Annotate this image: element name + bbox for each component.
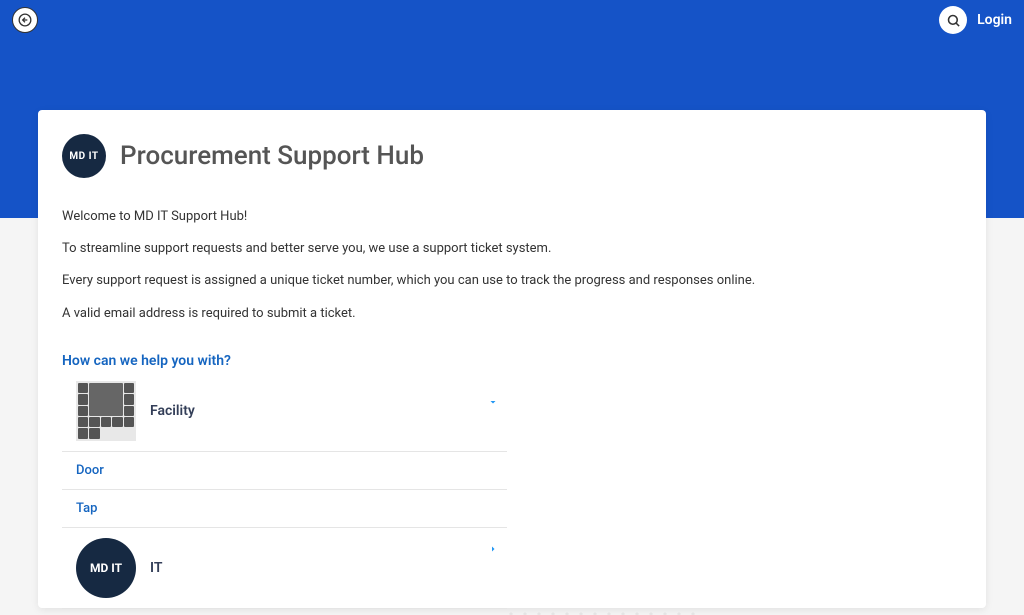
subcategory-label: Door [76,463,104,478]
subcategory-door[interactable]: Door [62,452,507,490]
category-label: Facility [150,403,195,419]
subcategory-label: Tap [76,501,97,516]
main-card: MD IT Procurement Support Hub Welcome to… [38,110,986,608]
card-header: MD IT Procurement Support Hub [62,134,962,178]
category-label: IT [150,560,162,576]
intro-text: Welcome to MD IT Support Hub! To streaml… [62,208,962,323]
arrow-left-circle-icon [18,13,32,27]
intro-line-2: To streamline support requests and bette… [62,240,962,258]
login-link[interactable]: Login [977,12,1012,28]
logo: MD IT [62,134,106,178]
top-nav: Login [0,0,1024,40]
subcategory-tap[interactable]: Tap [62,490,507,528]
search-button[interactable] [939,6,967,34]
page-title: Procurement Support Hub [120,141,424,171]
help-heading: How can we help you with? [62,353,507,369]
chevron-right-icon [487,540,499,559]
right-nav: Login [939,6,1012,34]
intro-line-4: A valid email address is required to sub… [62,305,962,323]
chevron-down-icon [487,393,499,412]
intro-line-1: Welcome to MD IT Support Hub! [62,208,962,226]
facility-icon [76,381,136,441]
search-icon [946,13,961,28]
it-logo-icon: MD IT [76,538,136,598]
intro-line-3: Every support request is assigned a uniq… [62,272,962,290]
category-facility[interactable]: Facility [62,381,507,452]
back-button[interactable] [12,7,38,33]
category-it[interactable]: MD IT IT [62,528,507,609]
help-section: How can we help you with? Facility Door … [62,353,507,609]
